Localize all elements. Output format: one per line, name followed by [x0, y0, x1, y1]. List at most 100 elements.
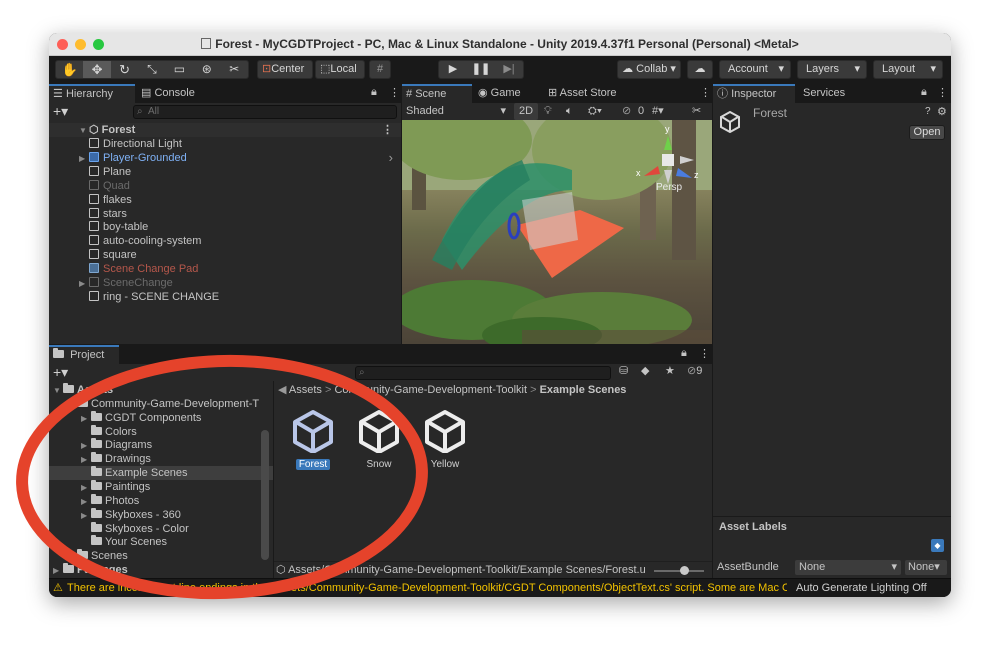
breadcrumb-toolkit[interactable]: Community-Game-Development-Toolkit	[334, 384, 527, 396]
folder-tree-item[interactable]: Your Scenes	[49, 535, 273, 549]
step-button[interactable]: ▶|	[495, 61, 523, 78]
hierarchy-item[interactable]: Directional Light	[49, 137, 401, 151]
tab-asset-store[interactable]: ⊞ Asset Store	[544, 84, 634, 103]
folder-tree-item[interactable]: ▶ Diagrams	[49, 438, 273, 452]
asset-bundle-variant-dropdown[interactable]: None▾	[905, 560, 947, 575]
folder-tree-item[interactable]: Scenes	[49, 549, 273, 563]
minimize-window-button[interactable]	[75, 39, 86, 50]
lock-icon[interactable]: 🔒︎	[371, 86, 377, 99]
grid-snap-button[interactable]: #	[369, 60, 391, 79]
menu-icon[interactable]: ⋮	[937, 86, 948, 99]
hierarchy-item[interactable]: ring - SCENE CHANGE	[49, 290, 401, 304]
filter-label-icon[interactable]: ◆	[641, 364, 649, 377]
folder-tree-item[interactable]: ▶ Paintings	[49, 479, 273, 494]
folder-tree-item[interactable]: ▶ Photos	[49, 493, 273, 508]
open-button[interactable]: Open	[909, 125, 945, 140]
tab-services[interactable]: Services	[797, 84, 873, 103]
hidden-objects-icon[interactable]: ⊘	[622, 103, 631, 120]
scene-row[interactable]: ▼ ⬡ Forest ⋮	[49, 123, 401, 137]
folder-tree-item[interactable]: ▶ Packages	[49, 563, 273, 577]
scene-menu-icon[interactable]: ⋮	[700, 86, 711, 99]
label-tag-icon[interactable]: ◆	[931, 539, 944, 552]
breadcrumb-assets[interactable]: Assets	[289, 384, 322, 396]
folder-tree-item[interactable]: ▼ Community-Game-Development-T	[49, 396, 273, 411]
custom-tool-icon[interactable]: ✂	[221, 61, 248, 78]
hierarchy-search-input[interactable]: ⌕ All	[133, 105, 397, 119]
hierarchy-item[interactable]: square	[49, 248, 401, 262]
hidden-packages-icon[interactable]: ⊘9	[687, 364, 702, 377]
collab-dropdown[interactable]: ☁ Collab ▾	[617, 60, 681, 79]
create-button[interactable]: +▾	[53, 103, 68, 120]
hierarchy-item[interactable]: flakes	[49, 193, 401, 207]
breadcrumb-arrow-icon[interactable]: ◀	[278, 384, 286, 396]
create-button[interactable]: +▾	[53, 364, 68, 381]
expand-arrow-icon[interactable]: ▼	[79, 124, 89, 138]
expand-arrow-icon[interactable]: ▶	[79, 277, 89, 291]
folder-tree-item[interactable]: ▶ Skyboxes - 360	[49, 507, 273, 522]
tab-console[interactable]: ▤ Console	[137, 84, 217, 103]
tab-inspector[interactable]: ⓘ Inspector	[713, 84, 795, 103]
cloud-button[interactable]: ☁	[687, 60, 713, 79]
orientation-gizmo[interactable]: y x z Persp	[636, 124, 700, 194]
lock-icon[interactable]: 🔒︎	[921, 86, 927, 99]
shading-mode-dropdown[interactable]: Shaded ▾	[406, 103, 506, 120]
zoom-window-button[interactable]	[93, 39, 104, 50]
menu-icon[interactable]: ⋮	[389, 86, 400, 99]
tab-hierarchy[interactable]: ☰ Hierarchy	[49, 84, 135, 103]
mode-2d-button[interactable]: 2D	[514, 103, 538, 120]
expand-arrow-icon[interactable]: ▶	[53, 564, 63, 578]
grid-toggle-icon[interactable]: #▾	[652, 103, 664, 120]
scale-tool-icon[interactable]: ⤡	[138, 61, 165, 78]
tree-scrollbar[interactable]	[261, 430, 269, 560]
layers-dropdown[interactable]: Layers ▾	[797, 60, 867, 79]
project-search-input[interactable]: ⌕	[355, 366, 611, 380]
persp-label[interactable]: Persp	[656, 182, 682, 193]
filter-type-icon[interactable]: ⛁	[619, 364, 628, 377]
hierarchy-item[interactable]: Scene Change Pad	[49, 262, 401, 276]
close-window-button[interactable]	[57, 39, 68, 50]
scene-menu-icon[interactable]: ⋮	[382, 123, 393, 137]
rotate-tool-icon[interactable]: ↻	[111, 61, 138, 78]
hierarchy-item[interactable]: auto-cooling-system	[49, 234, 401, 248]
menu-icon[interactable]: ⋮	[699, 347, 710, 360]
pivot-local-button[interactable]: ⬚Local	[315, 60, 365, 79]
icon-size-slider[interactable]	[654, 566, 704, 575]
play-button[interactable]: ▶	[439, 61, 467, 78]
tab-game[interactable]: ◉ Game	[474, 84, 544, 103]
expand-arrow-icon[interactable]: ▶	[79, 152, 89, 166]
hierarchy-item[interactable]: boy-table	[49, 220, 401, 234]
asset-tile[interactable]: Yellow	[416, 407, 474, 477]
prefab-open-chevron-icon[interactable]: ›	[389, 150, 393, 165]
help-icon[interactable]: ?	[925, 106, 931, 117]
hierarchy-item[interactable]: stars	[49, 207, 401, 221]
scene-viewport[interactable]: y x z Persp	[402, 120, 712, 344]
effects-icon[interactable]: ⛭▾	[588, 103, 602, 120]
hierarchy-item[interactable]: ▶ SceneChange	[49, 276, 401, 290]
layout-dropdown[interactable]: Layout ▾	[873, 60, 943, 79]
tab-scene[interactable]: # Scene	[402, 84, 472, 103]
account-dropdown[interactable]: Account ▾	[719, 60, 791, 79]
folder-tree-item[interactable]: ▼ Assets	[49, 383, 273, 397]
favorite-icon[interactable]: ★	[665, 364, 675, 377]
lighting-status[interactable]: Auto Generate Lighting Off	[796, 579, 927, 597]
hierarchy-item[interactable]: ▶ Player-Grounded ›	[49, 150, 401, 166]
settings-icon[interactable]: ⚙	[937, 105, 947, 118]
asset-tile[interactable]: Forest	[284, 407, 342, 477]
breadcrumb-example-scenes[interactable]: Example Scenes	[540, 384, 627, 396]
folder-tree-item[interactable]: Example Scenes	[49, 466, 273, 481]
hand-tool-icon[interactable]: ✋	[56, 61, 83, 78]
folder-tree-item[interactable]: ▶ CGDT Components	[49, 410, 273, 425]
hierarchy-item[interactable]: Plane	[49, 165, 401, 179]
transform-tool-icon[interactable]: ⊛	[193, 61, 220, 78]
move-tool-icon[interactable]: ✥	[83, 61, 111, 78]
asset-tile[interactable]: Snow	[350, 407, 408, 477]
asset-bundle-dropdown[interactable]: None ▾	[795, 560, 901, 575]
folder-tree-item[interactable]: Skyboxes - Color	[49, 521, 273, 536]
status-message[interactable]: There are inconsistent line endings in t…	[67, 579, 787, 597]
tools-icon[interactable]: ✂	[692, 103, 701, 120]
tab-project[interactable]: Project	[49, 345, 119, 364]
rect-tool-icon[interactable]: ▭	[166, 61, 193, 78]
hierarchy-item[interactable]: Quad	[49, 179, 401, 193]
lighting-icon[interactable]: 💡︎	[544, 103, 552, 120]
folder-tree-item[interactable]: ▶ Drawings	[49, 452, 273, 466]
